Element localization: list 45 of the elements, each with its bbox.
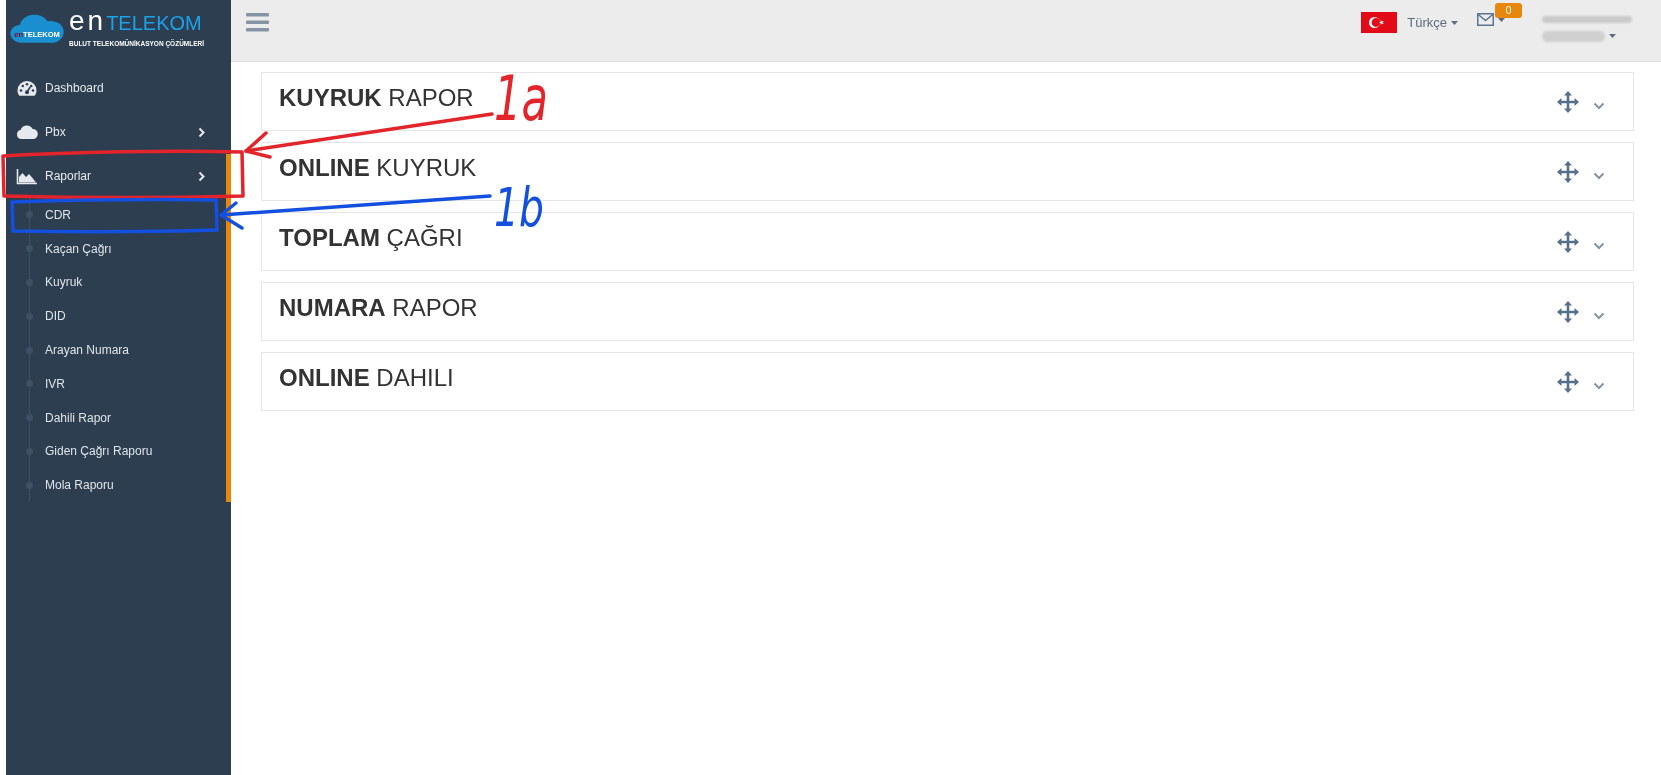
submenu-item[interactable]: CDR: [6, 198, 226, 232]
sidebar-item[interactable]: Dashboard: [6, 66, 231, 110]
menu-icon: [246, 13, 269, 32]
submenu-item[interactable]: Kaçan Çağrı: [6, 231, 226, 266]
sidebar-item[interactable]: Raporlar: [6, 154, 226, 198]
submenu-item[interactable]: IVR: [6, 367, 226, 401]
caret-icon: [1609, 34, 1616, 38]
chevron-down-icon[interactable]: [1593, 102, 1605, 110]
submenu-item[interactable]: Kuyruk: [6, 265, 226, 300]
area-chart-icon: [16, 167, 38, 185]
message-count-badge: 0: [1495, 3, 1522, 18]
move-icon[interactable]: [1556, 299, 1580, 324]
envelope-icon: [1477, 13, 1494, 26]
chevron-down-icon[interactable]: [1593, 382, 1605, 390]
submenu-item[interactable]: Dahili Rapor: [6, 400, 226, 435]
logo-wordmark: enTELEKOM: [69, 8, 203, 38]
submenu-item[interactable]: Arayan Numara: [6, 333, 226, 367]
annotation-label: 1a: [494, 62, 572, 135]
submenu-item[interactable]: Mola Raporu: [6, 468, 226, 503]
chevron-down-icon[interactable]: [1593, 312, 1605, 320]
panel-title: ONLINE DAHILI: [279, 362, 454, 393]
move-icon[interactable]: [1556, 229, 1580, 254]
blurred-text: [1542, 31, 1605, 42]
chevron-down-icon[interactable]: [1593, 172, 1605, 180]
move-icon[interactable]: [1556, 159, 1580, 184]
flag-icon: [1361, 12, 1398, 33]
panel-title: TOPLAM ÇAĞRI: [279, 222, 463, 253]
panel-title: NUMARA RAPOR: [279, 292, 478, 323]
caret-icon: [1451, 20, 1458, 25]
submenu-item[interactable]: DID: [6, 299, 226, 334]
messages-button[interactable]: [1477, 13, 1505, 26]
move-icon[interactable]: [1556, 89, 1580, 114]
panel-title: KUYRUK RAPOR: [279, 82, 474, 113]
cloud-icon: [16, 123, 38, 141]
submenu-item[interactable]: Giden Çağrı Raporu: [6, 434, 226, 469]
gauge-icon: [16, 79, 38, 97]
sidebar-item[interactable]: Pbx: [6, 110, 226, 154]
chevron-down-icon[interactable]: [1593, 242, 1605, 250]
chevron-right-icon: [198, 170, 205, 182]
language-dropdown[interactable]: Türkçe: [1407, 12, 1458, 33]
annotation-label: 1b: [494, 176, 563, 239]
panel-title: ONLINE KUYRUK: [279, 152, 477, 183]
chevron-right-icon: [198, 126, 205, 138]
move-icon[interactable]: [1556, 369, 1580, 394]
menu-button[interactable]: [246, 13, 269, 32]
